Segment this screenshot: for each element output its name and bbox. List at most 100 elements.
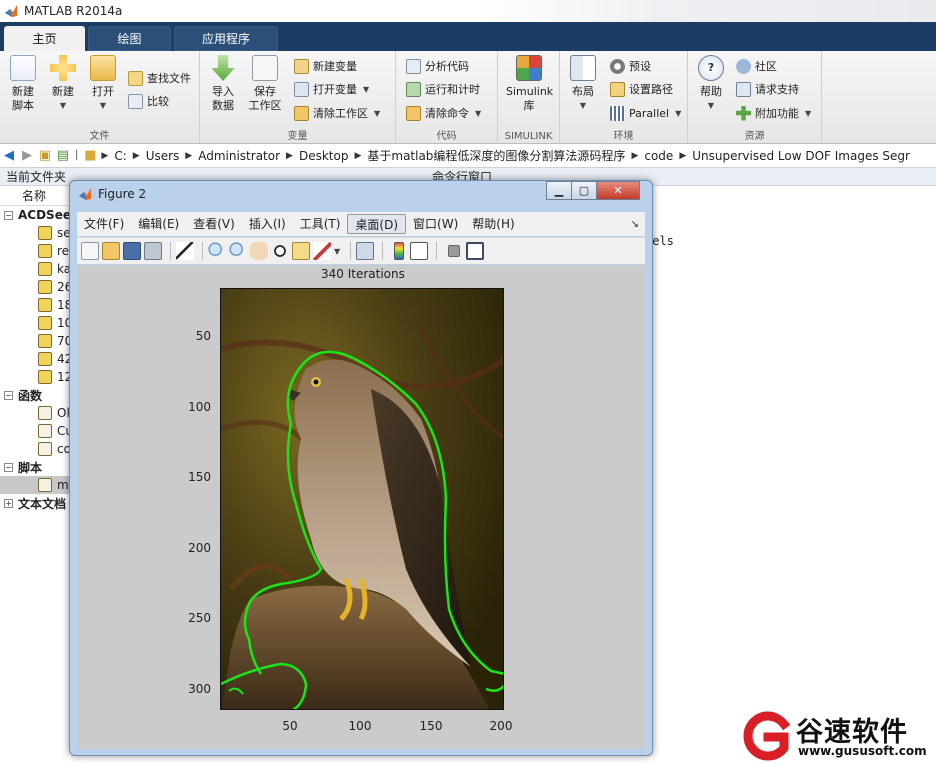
run-and-time-button[interactable]: 运行和计时 [406, 79, 480, 99]
collapse-icon[interactable]: − [4, 210, 13, 220]
analyze-code-button[interactable]: 分析代码 [406, 56, 469, 76]
x-tick-label: 150 [419, 719, 443, 733]
zoom-in-icon[interactable] [208, 242, 226, 260]
figure-menu-item[interactable]: 工具(T) [293, 214, 348, 234]
breadcrumb-item[interactable]: code [644, 149, 673, 163]
toolbar-separator [170, 242, 171, 260]
minimize-icon[interactable]: ▁ [546, 181, 572, 200]
figure-menu-item[interactable]: 帮助(H) [465, 214, 521, 234]
dock-arrow-icon[interactable]: ↘ [631, 219, 639, 230]
y-tick-label: 150 [188, 470, 211, 484]
compare-button[interactable]: 比较 [128, 91, 169, 111]
tab-apps[interactable]: 应用程序 [174, 26, 278, 51]
watermark-url: www.gususoft.com [798, 744, 927, 758]
file-icon [38, 298, 52, 312]
expand-icon[interactable]: + [4, 498, 13, 508]
community-button[interactable]: 社区 [736, 56, 777, 76]
chevron-down-icon: ▼ [374, 108, 381, 118]
open-file-icon[interactable] [102, 242, 120, 260]
rotate-icon[interactable] [271, 242, 289, 260]
x-tick-label: 200 [489, 719, 513, 733]
pointer-icon[interactable] [176, 242, 194, 260]
plus-icon [50, 55, 76, 81]
watermark: 谷速软件 www.gususoft.com [738, 708, 936, 763]
breadcrumb-item[interactable]: C: [114, 149, 126, 163]
file-icon [38, 352, 52, 366]
resources-group: ? 帮助 ▼ 社区 请求支持 附加功能 ▼ 资源 [688, 51, 822, 144]
figure-menu-item[interactable]: 编辑(E) [131, 214, 186, 234]
preferences-button[interactable]: 预设 [610, 56, 651, 76]
import-data-button[interactable]: 导入 数据 [200, 55, 246, 113]
breadcrumb-separator-icon: ▶ [286, 150, 293, 161]
file-icon [38, 370, 52, 384]
y-tick-label: 50 [195, 329, 211, 343]
layout-button[interactable]: 布局 ▼ [560, 55, 606, 113]
chevron-down-icon: ▼ [675, 108, 682, 118]
close-icon[interactable]: ✕ [596, 181, 640, 200]
set-path-button[interactable]: 设置路径 [610, 79, 673, 99]
figure-menu-item[interactable]: 查看(V) [186, 214, 242, 234]
environment-group: 布局 ▼ 预设 设置路径 Parallel ▼ 环境 [560, 51, 688, 144]
add-ons-button[interactable]: 附加功能 ▼ [736, 103, 811, 123]
parallel-button[interactable]: Parallel ▼ [610, 103, 681, 123]
breadcrumb-separator-icon: ▶ [101, 150, 109, 161]
compare-icon [128, 93, 143, 109]
back-arrow-icon[interactable]: ◀ [0, 148, 18, 163]
breadcrumb-item[interactable]: Desktop [299, 149, 349, 163]
figure-menu-item[interactable]: 窗口(W) [406, 214, 465, 234]
colorbar-icon[interactable] [394, 242, 405, 260]
browse-folder-icon[interactable]: ▤ [54, 148, 72, 163]
figure-menubar: 文件(F) 编辑(E) 查看(V) 插入(I) 工具(T) 桌面(D) 窗口(W) 帮助(H)… [77, 212, 645, 236]
save-workspace-button[interactable]: 保存 工作区 [242, 55, 288, 113]
show-plot-tools-icon[interactable] [466, 242, 485, 260]
new-variable-button[interactable]: 新建变量 [294, 56, 357, 76]
figure-window[interactable]: Figure 2 ▁ ▢ ✕ 文件(F) 编辑(E) 查看(V) 插入(I) 工具(T)… [69, 180, 653, 756]
save-icon[interactable] [123, 242, 141, 260]
image-axes[interactable] [220, 288, 504, 710]
file-icon [38, 406, 52, 420]
parallel-icon [610, 105, 625, 121]
simulink-library-icon [516, 55, 542, 81]
figure-menu-item[interactable]: 桌面(D) [347, 214, 407, 234]
maximize-icon[interactable]: ▢ [571, 181, 597, 200]
figure-menu-item[interactable]: 文件(F) [77, 214, 131, 234]
brush-icon[interactable] [313, 242, 331, 260]
hide-plot-tools-icon[interactable] [448, 245, 461, 257]
zoom-out-icon[interactable] [229, 242, 247, 260]
x-tick-label: 100 [348, 719, 372, 733]
file-icon [38, 226, 52, 240]
print-icon[interactable] [144, 242, 162, 260]
up-folder-icon[interactable]: ▣ [36, 148, 54, 163]
figure-menu-item[interactable]: 插入(I) [242, 214, 293, 234]
breadcrumb-item[interactable]: Users [146, 149, 180, 163]
clear-commands-button[interactable]: 清除命令 ▼ [406, 103, 481, 123]
breadcrumb-item[interactable]: Unsupervised Low DOF Images Segr [692, 149, 910, 163]
breadcrumb-item[interactable]: Administrator [198, 149, 280, 163]
request-support-button[interactable]: 请求支持 [736, 79, 799, 99]
find-files-button[interactable]: 查找文件 [128, 68, 191, 88]
forward-arrow-icon[interactable]: ▶ [18, 148, 36, 163]
clear-workspace-icon [294, 105, 309, 121]
tab-home[interactable]: 主页 [4, 26, 85, 51]
environment-group-label: 环境 [613, 131, 634, 142]
new-figure-icon[interactable] [81, 242, 99, 260]
simulink-library-button[interactable]: Simulink 库 [506, 55, 553, 113]
help-button[interactable]: ? 帮助 ▼ [688, 55, 734, 113]
add-ons-icon [736, 105, 751, 121]
link-plot-icon[interactable] [356, 242, 375, 260]
pan-hand-icon[interactable] [250, 242, 268, 260]
collapse-icon[interactable]: − [4, 462, 13, 472]
file-icon [38, 334, 52, 348]
file-icon [38, 262, 52, 276]
data-cursor-icon[interactable] [292, 242, 310, 260]
clear-workspace-button[interactable]: 清除工作区 ▼ [294, 103, 380, 123]
collapse-icon[interactable]: − [4, 390, 13, 400]
file-name: Ol [57, 406, 70, 420]
chevron-down-icon[interactable]: ▼ [334, 247, 340, 256]
x-tick-label: 50 [282, 719, 298, 733]
open-button[interactable]: 打开 ▼ [80, 55, 126, 113]
breadcrumb-item[interactable]: 基于matlab编程低深度的图像分割算法源码程序 [367, 147, 625, 164]
tab-plots[interactable]: 绘图 [88, 26, 171, 51]
open-variable-button[interactable]: 打开变量 ▼ [294, 79, 369, 99]
legend-icon[interactable] [410, 242, 429, 260]
